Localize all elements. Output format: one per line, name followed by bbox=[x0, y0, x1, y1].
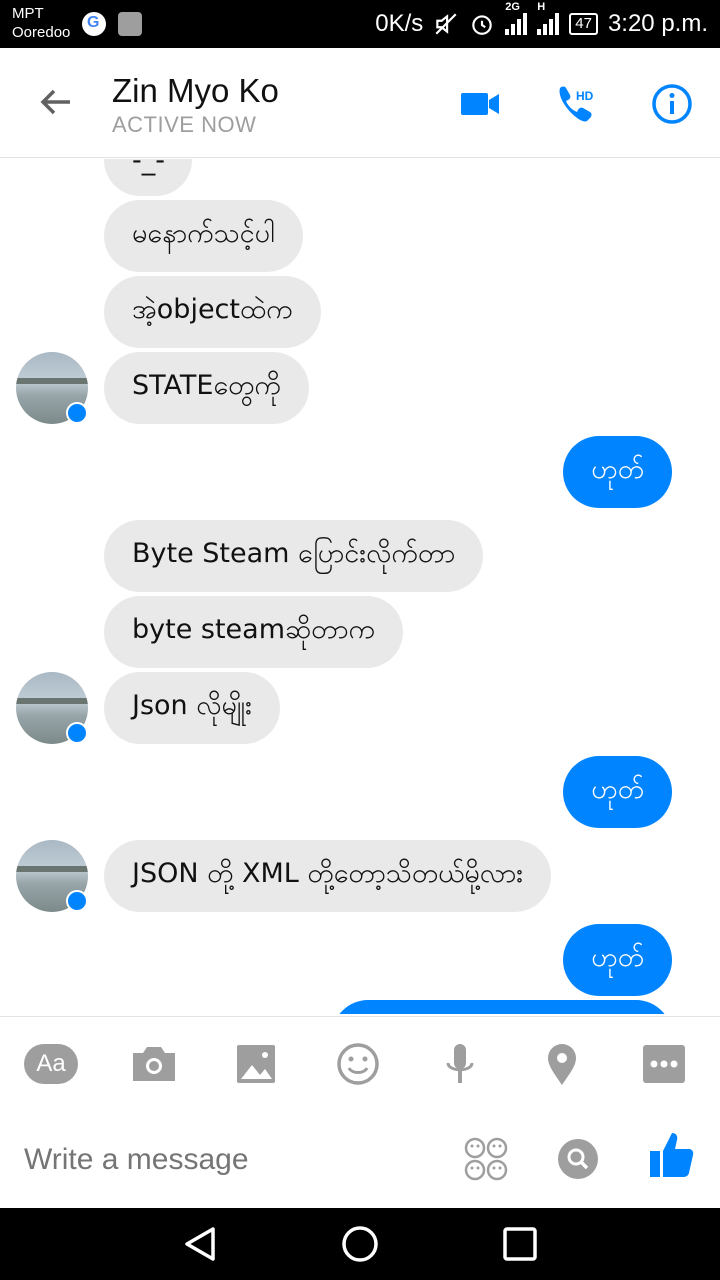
message-bubble-outgoing[interactable]: ဟုတ် bbox=[563, 924, 672, 996]
microphone-icon[interactable] bbox=[434, 1041, 486, 1087]
camera-icon[interactable] bbox=[128, 1041, 180, 1087]
system-nav-bar bbox=[0, 1208, 720, 1280]
location-icon[interactable] bbox=[536, 1041, 588, 1087]
status-right: 0K/s 2G H 47 3:20 p.m. bbox=[375, 1, 708, 40]
alarm-icon bbox=[472, 15, 492, 35]
message-input[interactable] bbox=[24, 1143, 444, 1177]
more-icon[interactable] bbox=[638, 1041, 690, 1087]
messenger-badge-icon bbox=[66, 890, 88, 912]
signal-icon-2 bbox=[537, 13, 560, 35]
video-call-icon[interactable] bbox=[458, 82, 502, 126]
network-2g-label: 2G bbox=[505, 1, 520, 13]
message-bubble-incoming[interactable]: JSON တို့ XML တို့တော့သိတယ်မို့လား bbox=[104, 840, 552, 912]
message-bubble-incoming[interactable]: Byte Steam ပြောင်းလိုက်တာ bbox=[104, 520, 484, 592]
message-bubble-incoming[interactable]: အဲ့objectထဲက bbox=[104, 276, 321, 348]
contact-name[interactable]: Zin Myo Ko bbox=[112, 72, 279, 110]
mute-icon bbox=[435, 13, 457, 35]
messenger-badge-icon bbox=[66, 402, 88, 424]
carrier-line-1: MPT bbox=[12, 5, 44, 22]
presence-status: ACTIVE NOW bbox=[112, 112, 257, 137]
message-bubble-incoming[interactable]: byte steamဆိုတာက bbox=[104, 596, 403, 668]
composer: Aa bbox=[0, 1016, 720, 1208]
net-speed: 0K/s bbox=[375, 10, 424, 37]
emoji-icon[interactable] bbox=[332, 1041, 384, 1087]
search-gif-icon[interactable] bbox=[556, 1137, 600, 1181]
signal-icon-1 bbox=[505, 13, 528, 35]
status-bar: MPT Ooredoo G 0K/s 2G H 47 3:20 p.m. bbox=[0, 0, 720, 48]
back-triangle-icon[interactable] bbox=[180, 1224, 220, 1264]
message-bubble-incoming[interactable]: Json လိုမျိုး bbox=[104, 672, 280, 744]
home-circle-icon[interactable] bbox=[340, 1224, 380, 1264]
gallery-icon[interactable] bbox=[230, 1041, 282, 1087]
back-arrow-icon[interactable] bbox=[32, 78, 80, 126]
conversation-header: Zin Myo Ko ACTIVE NOW HD bbox=[0, 48, 720, 158]
message-bubble-incoming[interactable]: မနောက်သင့်ပါ bbox=[104, 200, 303, 272]
google-icon: G bbox=[82, 12, 106, 36]
message-thread[interactable]: -_- မနောက်သင့်ပါ အဲ့objectထဲက STATEတွေကိ… bbox=[0, 159, 720, 1014]
like-thumb-icon[interactable] bbox=[648, 1129, 696, 1181]
clock: 3:20 p.m. bbox=[607, 10, 708, 37]
messenger-badge-icon bbox=[66, 722, 88, 744]
battery-indicator: 47 bbox=[569, 13, 598, 35]
info-icon[interactable] bbox=[650, 82, 694, 126]
carrier-label: MPT Ooredoo bbox=[12, 4, 70, 42]
message-bubble-outgoing[interactable]: ဟုတ် bbox=[563, 756, 672, 828]
recents-square-icon[interactable] bbox=[500, 1224, 540, 1264]
message-bubble-incoming[interactable]: STATEတွေကို bbox=[104, 352, 309, 424]
font-icon[interactable]: Aa bbox=[24, 1044, 78, 1084]
carrier-line-2: Ooredoo bbox=[12, 24, 71, 41]
message-bubble-outgoing[interactable]: ဟုတ် bbox=[563, 436, 672, 508]
message-bubble-incoming[interactable]: -_- bbox=[104, 159, 192, 196]
stickers-icon[interactable] bbox=[462, 1135, 510, 1183]
image-notification-icon bbox=[118, 12, 142, 36]
hd-label: HD bbox=[576, 89, 594, 103]
network-h-label: H bbox=[537, 1, 546, 13]
font-button-label: Aa bbox=[36, 1050, 66, 1077]
message-bubble-outgoing-partial[interactable] bbox=[332, 1000, 672, 1014]
